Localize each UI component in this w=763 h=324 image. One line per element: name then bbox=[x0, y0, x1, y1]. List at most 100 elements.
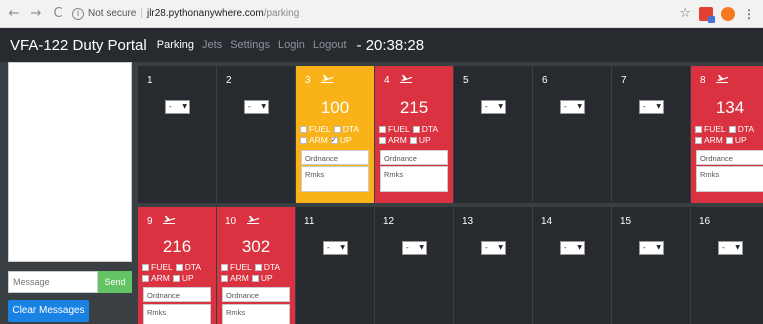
dta-checkbox[interactable]: DTA bbox=[175, 262, 201, 273]
ordnance-field[interactable]: Ordnance bbox=[696, 150, 763, 165]
dta-checkbox[interactable]: DTA bbox=[333, 124, 359, 135]
clear-messages-button[interactable]: Clear Messages bbox=[8, 300, 89, 322]
dta-checkbox[interactable]: DTA bbox=[728, 124, 755, 135]
address-bar[interactable]: i Not secure | jlr28.pythonanywhere.com/… bbox=[72, 4, 679, 24]
fuel-label: FUEL bbox=[230, 262, 252, 272]
send-button[interactable]: Send bbox=[98, 271, 132, 293]
checkbox-box[interactable] bbox=[330, 135, 338, 146]
arm-checkbox[interactable]: ARM bbox=[695, 135, 723, 146]
profile-icon[interactable] bbox=[721, 6, 735, 21]
arm-checkbox[interactable]: ARM bbox=[221, 273, 249, 284]
nav-link-logout[interactable]: Logout bbox=[313, 39, 347, 51]
ordnance-field[interactable]: Ordnance bbox=[380, 150, 448, 165]
forward-arrow-icon[interactable]: → bbox=[28, 6, 44, 22]
remarks-field[interactable]: Rmks bbox=[380, 166, 448, 192]
fuel-checkbox[interactable]: FUEL bbox=[695, 124, 726, 135]
jet-select[interactable]: - ▼ bbox=[718, 241, 743, 255]
remarks-field[interactable]: Rmks bbox=[696, 166, 763, 192]
bookmark-star-icon[interactable]: ☆ bbox=[679, 6, 691, 21]
checkbox-box[interactable] bbox=[300, 137, 307, 144]
checkbox-row: ARM UP bbox=[300, 135, 374, 146]
up-checkbox[interactable]: UP bbox=[330, 135, 352, 146]
parking-spot: 7- ▼ bbox=[612, 66, 691, 203]
jet-select[interactable]: - ▼ bbox=[481, 100, 506, 114]
arm-checkbox[interactable]: ARM bbox=[300, 135, 328, 146]
jet-select[interactable]: - ▼ bbox=[323, 241, 348, 255]
nav-link-parking[interactable]: Parking bbox=[157, 39, 194, 51]
fuel-checkbox[interactable]: FUEL bbox=[300, 124, 331, 135]
jet-select-value: - bbox=[643, 243, 646, 252]
spot-number: 15 bbox=[620, 216, 632, 227]
dta-checkbox[interactable]: DTA bbox=[412, 124, 438, 135]
checkbox-box[interactable] bbox=[221, 275, 228, 282]
dta-label: DTA bbox=[737, 124, 755, 134]
menu-kebab-icon[interactable]: ⋮ bbox=[743, 7, 755, 21]
reload-icon[interactable]: C bbox=[50, 6, 66, 22]
ordnance-field[interactable]: Ordnance bbox=[301, 150, 369, 165]
nav-link-settings[interactable]: Settings bbox=[230, 39, 270, 51]
checkbox-box[interactable] bbox=[300, 126, 307, 133]
checkbox-box[interactable] bbox=[412, 126, 420, 133]
checkbox-box[interactable] bbox=[142, 275, 149, 282]
dropdown-arrow-icon: ▼ bbox=[498, 244, 503, 251]
fuel-checkbox[interactable]: FUEL bbox=[379, 124, 410, 135]
spot-number: 1 bbox=[147, 75, 153, 86]
remarks-field[interactable]: Rmks bbox=[222, 304, 290, 324]
checkbox-box[interactable] bbox=[142, 264, 149, 271]
jet-select[interactable]: - ▼ bbox=[639, 241, 664, 255]
nav-link-jets[interactable]: Jets bbox=[202, 39, 222, 51]
checkbox-row: ARM UP bbox=[221, 273, 295, 284]
arm-checkbox[interactable]: ARM bbox=[142, 273, 170, 284]
airplane-takeoff-icon[interactable] bbox=[246, 213, 260, 225]
ordnance-field[interactable]: Ordnance bbox=[143, 287, 211, 302]
checkbox-box[interactable] bbox=[728, 126, 736, 133]
nav-link-login[interactable]: Login bbox=[278, 39, 305, 51]
checkbox-box[interactable] bbox=[725, 137, 733, 144]
airplane-takeoff-icon[interactable] bbox=[162, 213, 176, 225]
airplane-takeoff-icon[interactable] bbox=[399, 72, 413, 84]
message-input[interactable] bbox=[8, 271, 98, 293]
checkbox-box[interactable] bbox=[695, 137, 702, 144]
up-checkbox[interactable]: UP bbox=[725, 135, 747, 146]
checkbox-box[interactable] bbox=[221, 264, 228, 271]
dta-checkbox[interactable]: DTA bbox=[254, 262, 280, 273]
remarks-field[interactable]: Rmks bbox=[143, 304, 211, 324]
checkbox-box[interactable] bbox=[251, 275, 259, 282]
dropdown-arrow-icon: ▼ bbox=[577, 103, 582, 110]
message-list[interactable] bbox=[8, 62, 132, 262]
checkbox-box[interactable] bbox=[379, 126, 386, 133]
checkbox-box[interactable] bbox=[695, 126, 702, 133]
up-checkbox[interactable]: UP bbox=[409, 135, 431, 146]
fuel-checkbox[interactable]: FUEL bbox=[142, 262, 173, 273]
checkbox-box[interactable] bbox=[379, 137, 386, 144]
fuel-checkbox[interactable]: FUEL bbox=[221, 262, 252, 273]
checkbox-box[interactable] bbox=[409, 137, 417, 144]
up-checkbox[interactable]: UP bbox=[251, 273, 273, 284]
jet-select[interactable]: - ▼ bbox=[244, 100, 269, 114]
jet-select-value: - bbox=[643, 102, 646, 111]
checkbox-box[interactable] bbox=[333, 126, 341, 133]
airplane-takeoff-icon[interactable] bbox=[715, 72, 729, 84]
extension-icon[interactable] bbox=[699, 6, 715, 23]
ordnance-field[interactable]: Ordnance bbox=[222, 287, 290, 302]
jet-select[interactable]: - ▼ bbox=[481, 241, 506, 255]
info-icon[interactable]: i bbox=[72, 7, 84, 20]
back-arrow-icon[interactable]: ← bbox=[6, 6, 22, 22]
app-navbar: VFA-122 Duty Portal Parking Jets Setting… bbox=[0, 28, 763, 62]
remarks-field[interactable]: Rmks bbox=[301, 166, 369, 192]
jet-select[interactable]: - ▼ bbox=[165, 100, 190, 114]
jet-select[interactable]: - ▼ bbox=[560, 100, 585, 114]
checkbox-box[interactable] bbox=[172, 275, 180, 282]
jet-select[interactable]: - ▼ bbox=[560, 241, 585, 255]
up-checkbox[interactable]: UP bbox=[172, 273, 194, 284]
airplane-takeoff-icon[interactable] bbox=[320, 72, 334, 84]
dropdown-arrow-icon: ▼ bbox=[340, 244, 345, 251]
checkbox-box[interactable] bbox=[175, 264, 183, 271]
status-checkboxes: FUEL DTA ARM UP bbox=[695, 124, 763, 146]
brand-title[interactable]: VFA-122 Duty Portal bbox=[10, 37, 147, 54]
checkbox-box[interactable] bbox=[254, 264, 262, 271]
jet-select[interactable]: - ▼ bbox=[639, 100, 664, 114]
arm-checkbox[interactable]: ARM bbox=[379, 135, 407, 146]
arm-label: ARM bbox=[309, 135, 328, 145]
jet-select[interactable]: - ▼ bbox=[402, 241, 427, 255]
